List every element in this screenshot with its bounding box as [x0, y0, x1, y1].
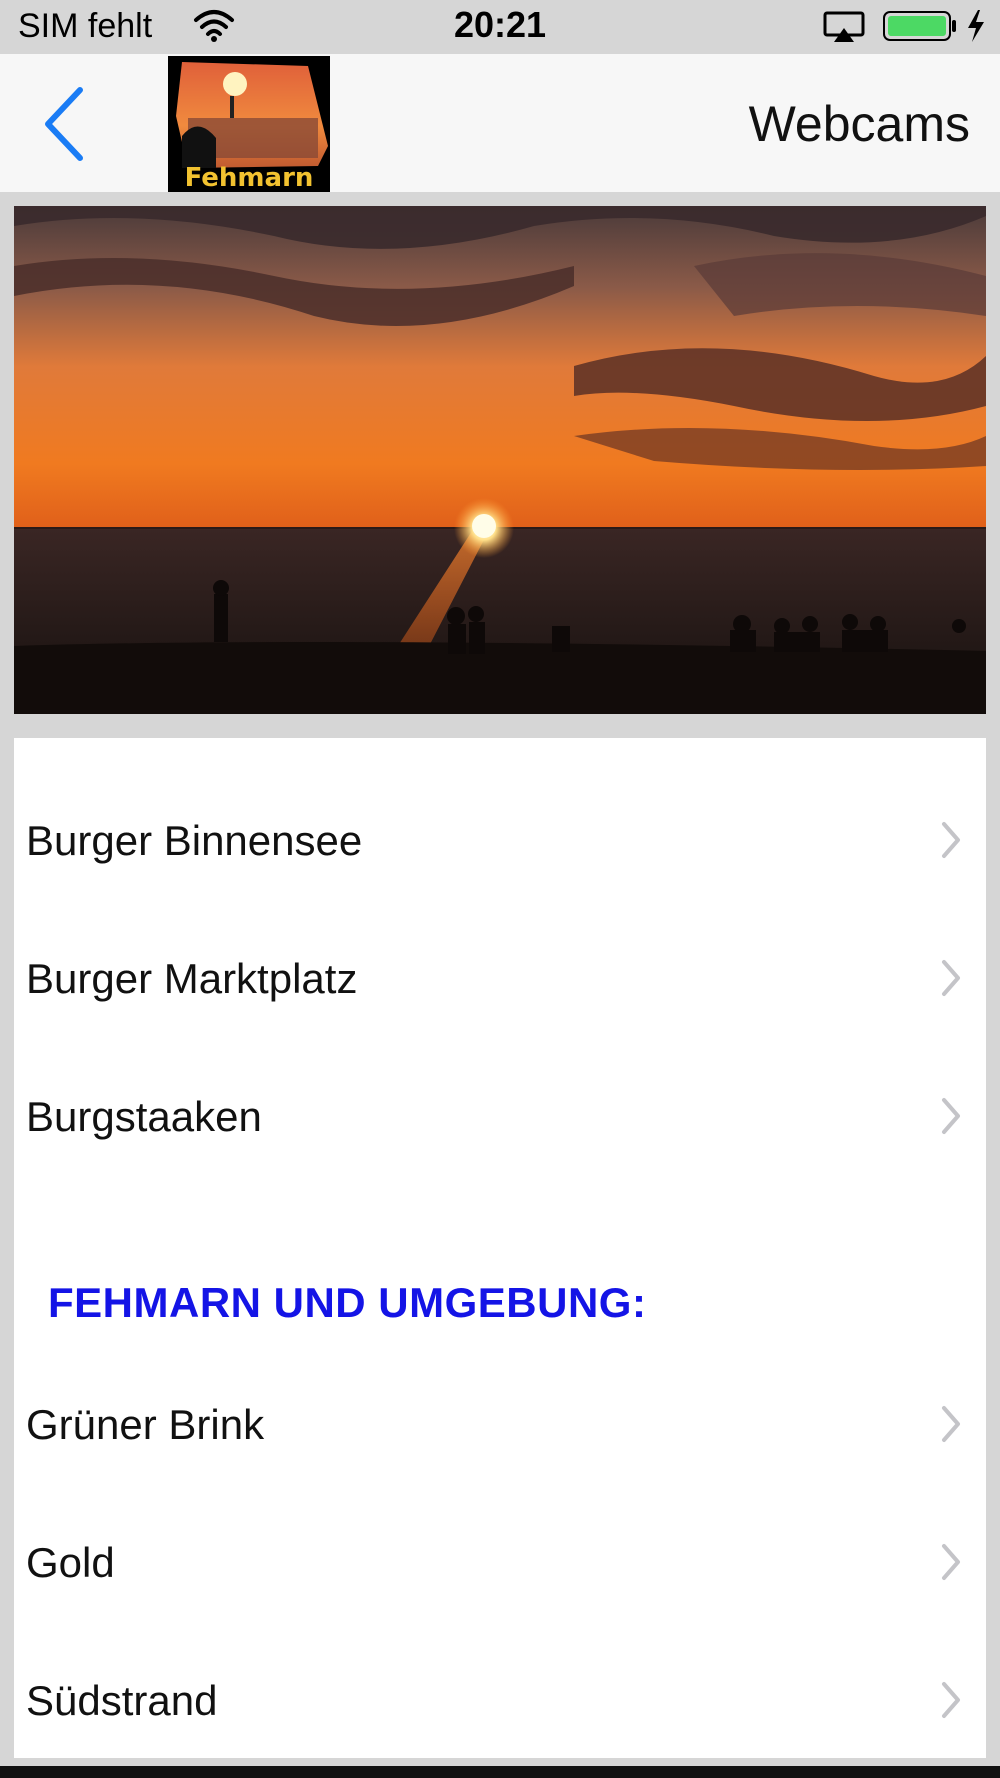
- screen: SIM fehlt 20:21 Fehmarn Webcams Burger B…: [0, 0, 1000, 1778]
- list-item-gold[interactable]: Gold: [14, 1502, 986, 1622]
- airplay-icon: [823, 11, 865, 42]
- chevron-right-icon: [942, 822, 960, 858]
- nav-bar: Fehmarn Webcams: [0, 54, 1000, 192]
- status-bar: SIM fehlt 20:21: [0, 0, 1000, 54]
- list-item-label: Gold: [26, 1539, 115, 1586]
- list-item-label: Südstrand: [26, 1677, 218, 1724]
- list-item-burger-binnensee[interactable]: Burger Binnensee: [14, 780, 986, 900]
- charging-icon: [968, 10, 984, 42]
- list-item-burgstaaken[interactable]: Burgstaaken: [14, 1056, 986, 1176]
- list-item-suedstrand[interactable]: Südstrand: [14, 1640, 986, 1760]
- list-item-gruener-brink[interactable]: Grüner Brink: [14, 1364, 986, 1484]
- fehmarn-logo: Fehmarn: [168, 56, 330, 192]
- chevron-left-icon: [45, 87, 83, 161]
- section-header: FEHMARN UND UMGEBUNG:: [48, 1279, 647, 1326]
- chevron-right-icon: [942, 1682, 960, 1718]
- list-item-label: Grüner Brink: [26, 1401, 265, 1448]
- page-title: Webcams: [748, 96, 970, 152]
- list-item-label: Burgstaaken: [26, 1093, 262, 1140]
- chevron-right-icon: [942, 960, 960, 996]
- list-item-burger-marktplatz[interactable]: Burger Marktplatz: [14, 918, 986, 1038]
- bottom-edge: [0, 1766, 1000, 1778]
- chevron-right-icon: [942, 1544, 960, 1580]
- hero-sunset-image: [14, 206, 986, 714]
- back-button[interactable]: [30, 84, 100, 164]
- logo-text: Fehmarn: [185, 163, 314, 192]
- list-item-label: Burger Binnensee: [26, 817, 363, 864]
- webcam-list: Burger Binnensee Burger Marktplatz Burgs…: [14, 738, 986, 1758]
- list-item-label: Burger Marktplatz: [26, 955, 358, 1002]
- chevron-right-icon: [942, 1098, 960, 1134]
- chevron-right-icon: [942, 1406, 960, 1442]
- battery-icon: [883, 11, 956, 41]
